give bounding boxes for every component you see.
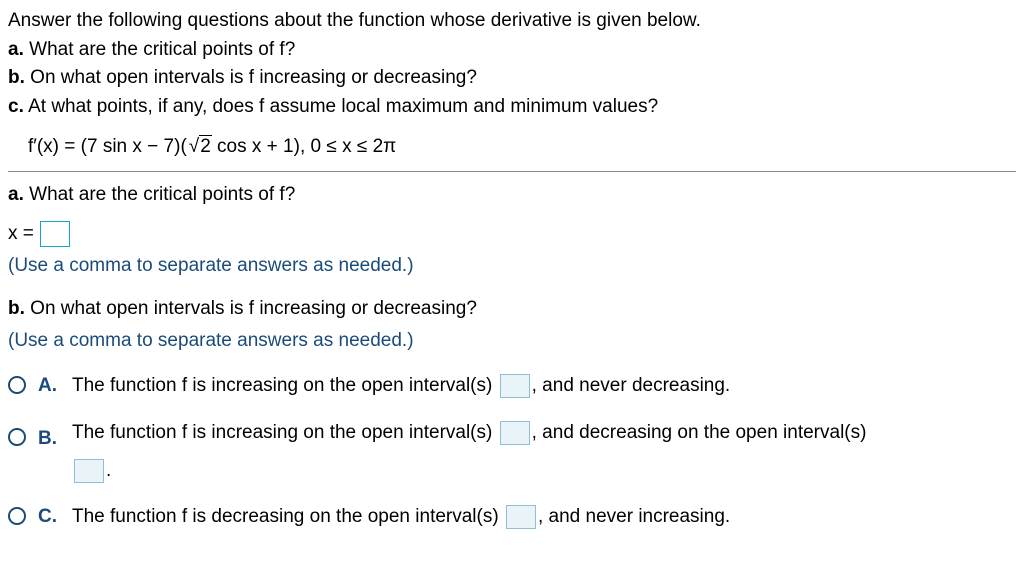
choice-b-input-2[interactable] bbox=[74, 459, 104, 483]
choice-b-pre: The function f is increasing on the open… bbox=[72, 422, 498, 443]
question-b: b. On what open intervals is f increasin… bbox=[8, 296, 1016, 323]
choice-a-radio[interactable] bbox=[8, 376, 26, 394]
question-b-label: b. bbox=[8, 298, 25, 319]
answer-a-hint: (Use a comma to separate answers as need… bbox=[8, 253, 1016, 280]
choice-a-input[interactable] bbox=[500, 374, 530, 398]
choice-b-input-1[interactable] bbox=[500, 421, 530, 445]
choice-b-letter: B. bbox=[38, 426, 60, 453]
part-a-text: What are the critical points of f? bbox=[29, 39, 295, 60]
question-a-label: a. bbox=[8, 184, 24, 205]
choice-a-pre: The function f is increasing on the open… bbox=[72, 375, 498, 396]
derivative-equation: f′(x) = (7 sin x − 7)(2 cos x + 1), 0 ≤ … bbox=[28, 134, 1016, 161]
part-b-text: On what open intervals is f increasing o… bbox=[30, 67, 477, 88]
sqrt-inner: 2 bbox=[199, 135, 212, 157]
intro-text: Answer the following questions about the… bbox=[8, 8, 1016, 35]
choice-c-row: C. The function f is decreasing on the o… bbox=[8, 504, 1016, 531]
choice-c-letter: C. bbox=[38, 504, 60, 531]
divider bbox=[8, 171, 1016, 172]
answer-a-label: x = bbox=[8, 221, 34, 248]
choice-b-text: The function f is increasing on the open… bbox=[72, 414, 1016, 490]
part-a-intro: a. What are the critical points of f? bbox=[8, 37, 1016, 64]
sqrt-symbol: 2 bbox=[187, 134, 212, 161]
equation-lhs: f′(x) = (7 sin x − 7) bbox=[28, 136, 180, 157]
part-c-intro: c. At what points, if any, does f assume… bbox=[8, 94, 1016, 121]
part-a-label: a. bbox=[8, 39, 24, 60]
answer-a-input[interactable] bbox=[40, 221, 70, 247]
answer-a-row: x = bbox=[8, 221, 1016, 248]
question-a: a. What are the critical points of f? bbox=[8, 182, 1016, 209]
part-b-label: b. bbox=[8, 67, 25, 88]
choice-b-mid: , and decreasing on the open interval(s) bbox=[532, 422, 867, 443]
choice-b-radio[interactable] bbox=[8, 428, 26, 446]
choice-c-text: The function f is decreasing on the open… bbox=[72, 504, 1016, 531]
part-c-text: At what points, if any, does f assume lo… bbox=[28, 96, 658, 117]
choice-a-row: A. The function f is increasing on the o… bbox=[8, 373, 1016, 400]
choice-c-pre: The function f is decreasing on the open… bbox=[72, 506, 504, 527]
choice-c-post: , and never increasing. bbox=[538, 506, 730, 527]
choice-b-post: . bbox=[106, 460, 111, 481]
choice-a-post: , and never decreasing. bbox=[532, 375, 731, 396]
choice-a-text: The function f is increasing on the open… bbox=[72, 373, 1016, 400]
question-a-text: What are the critical points of f? bbox=[29, 184, 295, 205]
choice-a-letter: A. bbox=[38, 373, 60, 400]
question-b-hint: (Use a comma to separate answers as need… bbox=[8, 328, 1016, 355]
choice-c-input[interactable] bbox=[506, 505, 536, 529]
choice-b-row: B. The function f is increasing on the o… bbox=[8, 414, 1016, 490]
part-b-intro: b. On what open intervals is f increasin… bbox=[8, 65, 1016, 92]
part-c-label: c. bbox=[8, 96, 24, 117]
question-b-text: On what open intervals is f increasing o… bbox=[30, 298, 477, 319]
choice-c-radio[interactable] bbox=[8, 507, 26, 525]
equation-after-sqrt: cos x + 1 bbox=[212, 136, 294, 157]
equation-domain: , 0 ≤ x ≤ 2π bbox=[300, 136, 396, 157]
